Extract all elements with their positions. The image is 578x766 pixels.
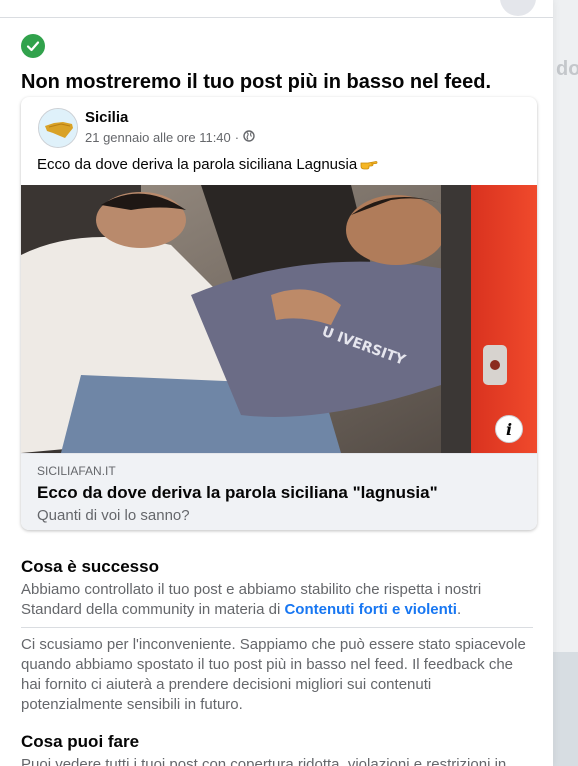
section-divider — [21, 627, 533, 628]
post-link-image[interactable]: U IVERSITY i — [21, 185, 537, 453]
globe-icon — [243, 130, 255, 145]
info-button[interactable]: i — [495, 415, 523, 443]
post-timestamp[interactable]: 21 gennaio alle ore 11:40 — [85, 130, 231, 145]
pointing-hand-icon — [360, 156, 378, 178]
meta-separator: · — [234, 130, 240, 145]
page-name[interactable]: Sicilia — [85, 109, 128, 126]
post-text-content: Ecco da dove deriva la parola siciliana … — [37, 156, 358, 173]
dialog-header-strip — [0, 0, 553, 18]
link-subtitle: Quanti di voi lo sanno? — [37, 507, 190, 524]
apology-text: Ci scusiamo per l'inconveniente. Sappiam… — [21, 636, 526, 713]
close-button[interactable] — [500, 0, 536, 16]
link-title[interactable]: Ecco da dove deriva la parola siciliana … — [37, 483, 438, 503]
what-happened-period: . — [456, 601, 462, 618]
what-you-can-do-text: Puoi vedere tutti i tuoi post con copert… — [21, 756, 507, 766]
post-preview-card[interactable]: Sicilia 21 gennaio alle ore 11:40 · Ecco… — [21, 97, 537, 530]
page-avatar[interactable] — [38, 108, 78, 148]
checkmark-icon — [21, 34, 45, 58]
backdrop-ghost-text: do — [556, 58, 578, 80]
dialog-title: Non mostreremo il tuo post più in basso … — [21, 71, 492, 93]
section-what-happened-text: Abbiamo controllato il tuo post e abbiam… — [21, 580, 533, 620]
section-heading-what-happened: Cosa è successo — [21, 557, 159, 576]
post-meta: 21 gennaio alle ore 11:40 · — [85, 130, 255, 145]
community-standards-link[interactable]: Contenuti forti e violenti — [284, 601, 457, 618]
moderation-result-dialog: Non mostreremo il tuo post più in basso … — [0, 0, 553, 766]
post-text: Ecco da dove deriva la parola siciliana … — [37, 155, 378, 178]
link-preview[interactable]: SICILIAFAN.IT Ecco da dove deriva la par… — [21, 453, 537, 530]
section-heading-what-you-can-do: Cosa puoi fare — [21, 732, 140, 751]
link-domain: SICILIAFAN.IT — [37, 464, 116, 478]
